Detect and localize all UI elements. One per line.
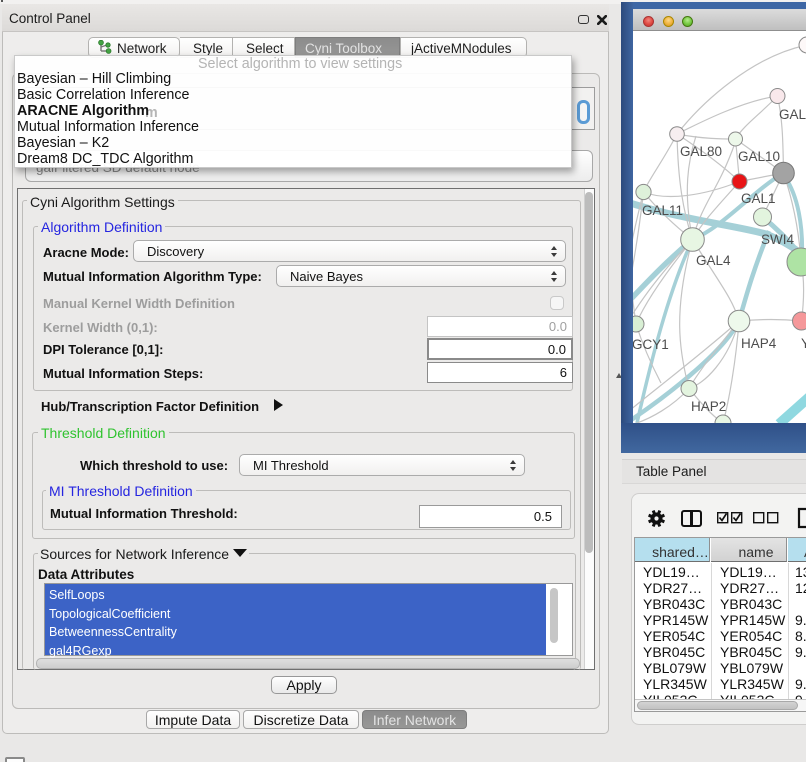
- svg-text:YJL157C: YJL157C: [801, 336, 806, 351]
- svg-text:HAP4: HAP4: [741, 336, 777, 351]
- svg-text:GAL4: GAL4: [696, 253, 731, 268]
- svg-text:HAP2: HAP2: [691, 399, 726, 414]
- svg-text:GAL80: GAL80: [680, 144, 722, 159]
- svg-text:GAL1: GAL1: [741, 191, 776, 206]
- svg-text:GCY1: GCY1: [633, 337, 669, 352]
- svg-text:SWI4: SWI4: [761, 232, 794, 247]
- svg-text:GAL10: GAL10: [738, 149, 780, 164]
- svg-text:GAL11: GAL11: [642, 203, 683, 218]
- svg-text:GAL7: GAL7: [779, 107, 806, 122]
